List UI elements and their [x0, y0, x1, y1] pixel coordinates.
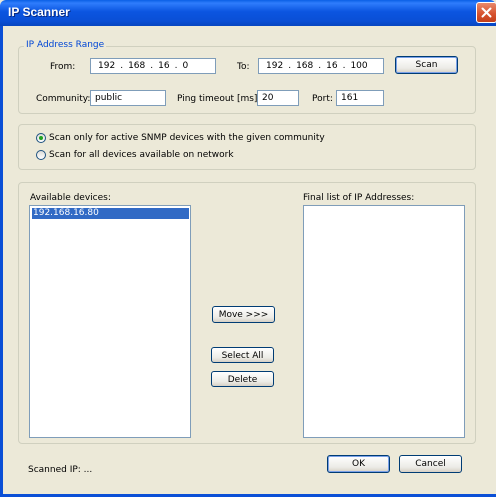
- from-label: From:: [50, 62, 76, 72]
- cancel-button[interactable]: Cancel: [399, 455, 462, 473]
- to-ip-field[interactable]: 192. 168. 16. 100: [258, 58, 384, 74]
- from-ip-octet-1: 192: [98, 61, 116, 71]
- ip-range-legend: IP Address Range: [24, 40, 107, 51]
- to-ip-octet-2: 168: [296, 61, 314, 71]
- scan-status-text: Scanned IP: ...: [28, 465, 93, 475]
- move-button[interactable]: Move >>>: [212, 306, 275, 323]
- from-ip-octet-4: 0: [182, 61, 189, 71]
- community-input[interactable]: public: [90, 90, 166, 106]
- available-devices-list[interactable]: 192.168.16.80: [29, 205, 191, 438]
- port-input[interactable]: 161: [336, 90, 384, 106]
- to-ip-octet-3: 16: [326, 61, 338, 71]
- ip-scanner-window: IP Scanner IP Address Range From: 192. 16…: [0, 0, 496, 497]
- ok-button[interactable]: OK: [327, 455, 390, 473]
- window-frame-left: [0, 26, 3, 497]
- from-ip-octet-2: 168: [128, 61, 146, 71]
- device-item[interactable]: 192.168.16.80: [32, 208, 189, 219]
- select-all-button[interactable]: Select All: [211, 347, 274, 363]
- final-ip-list[interactable]: [303, 205, 465, 438]
- final-list-label: Final list of IP Addresses:: [303, 193, 415, 203]
- scan-all-radio[interactable]: [36, 150, 46, 160]
- ping-timeout-input[interactable]: 20: [257, 90, 299, 106]
- scan-snmp-radio[interactable]: [36, 133, 46, 143]
- from-ip-octet-3: 16: [158, 61, 170, 71]
- scan-button[interactable]: Scan: [395, 56, 458, 74]
- window-title: IP Scanner: [8, 5, 70, 19]
- community-label: Community:: [36, 94, 91, 104]
- from-ip-field[interactable]: 192. 168. 16. 0: [90, 58, 216, 74]
- to-label: To:: [237, 62, 250, 72]
- port-label: Port:: [312, 94, 333, 104]
- to-ip-octet-4: 100: [350, 61, 368, 71]
- ping-timeout-label: Ping timeout [ms]:: [177, 94, 261, 104]
- scan-snmp-label: Scan only for active SNMP devices with t…: [49, 133, 325, 143]
- close-button[interactable]: [476, 2, 496, 23]
- delete-button[interactable]: Delete: [211, 371, 274, 387]
- close-icon: [481, 7, 492, 18]
- scan-all-label: Scan for all devices available on networ…: [49, 150, 234, 160]
- available-devices-label: Available devices:: [30, 193, 111, 203]
- to-ip-octet-1: 192: [266, 61, 284, 71]
- title-bar[interactable]: IP Scanner: [0, 0, 496, 26]
- scan-mode-group: [18, 124, 476, 170]
